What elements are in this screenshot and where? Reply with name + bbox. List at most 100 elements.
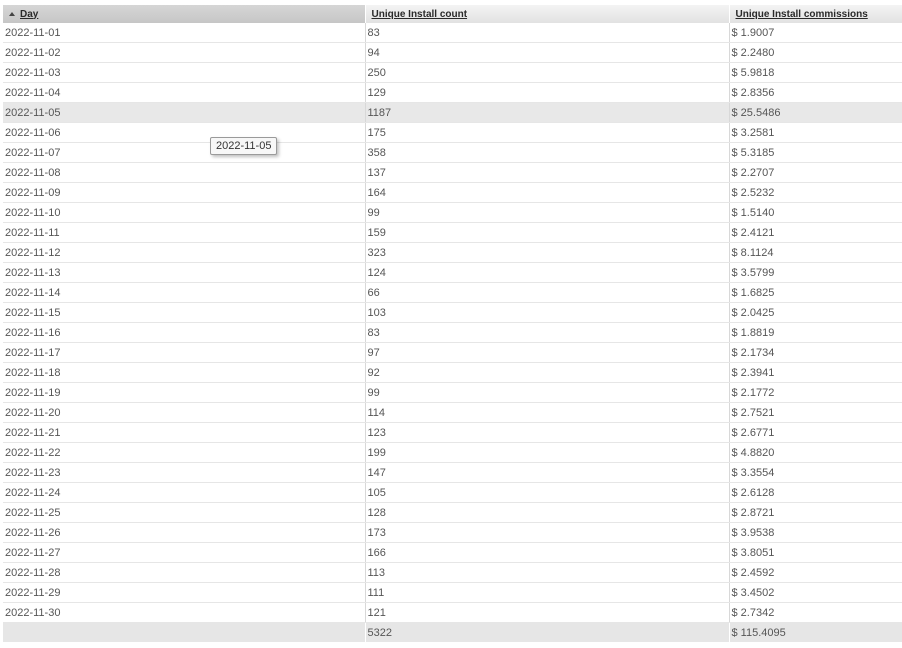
column-header-day-label: Day (20, 8, 39, 20)
install-count-cell: 137 (364, 162, 729, 183)
install-count-cell: 94 (364, 42, 729, 63)
table-row[interactable]: 2022-11-25 128 $ 2.8721 (3, 502, 902, 523)
day-cell: 2022-11-09 (3, 182, 365, 203)
day-cell: 2022-11-19 (3, 382, 365, 403)
install-count-cell: 99 (364, 202, 729, 223)
install-commissions-cell: $ 1.8819 (728, 322, 902, 343)
install-count-cell: 83 (364, 23, 729, 43)
day-cell: 2022-11-29 (3, 582, 365, 603)
day-cell: 2022-11-15 (3, 302, 365, 323)
table-row[interactable]: 2022-11-09 164 $ 2.5232 (3, 182, 902, 203)
install-commissions-cell: $ 5.3185 (728, 142, 902, 163)
table-row[interactable]: 2022-11-06 175 $ 3.2581 (3, 122, 902, 143)
table-row[interactable]: 2022-11-19 99 $ 2.1772 (3, 382, 902, 403)
table-row[interactable]: 2022-11-23 147 $ 3.3554 (3, 462, 902, 483)
day-cell: 2022-11-01 (3, 23, 365, 43)
install-count-cell: 92 (364, 362, 729, 383)
install-commissions-cell: $ 2.8356 (728, 82, 902, 103)
table-row[interactable]: 2022-11-02 94 $ 2.2480 (3, 42, 902, 63)
table-row[interactable]: 2022-11-26 173 $ 3.9538 (3, 522, 902, 543)
column-header-day[interactable]: Day (3, 5, 366, 23)
table-row[interactable]: 2022-11-30 121 $ 2.7342 (3, 602, 902, 623)
install-count-cell: 123 (364, 422, 729, 443)
install-count-cell: 111 (364, 582, 729, 603)
day-cell: 2022-11-20 (3, 402, 365, 423)
table-row[interactable]: 2022-11-04 129 $ 2.8356 (3, 82, 902, 103)
install-count-cell: 175 (364, 122, 729, 143)
install-commissions-cell: $ 2.7342 (728, 602, 902, 623)
table-row[interactable]: 2022-11-12 323 $ 8.1124 (3, 242, 902, 263)
total-install-commissions: $ 115.4095 (728, 622, 902, 642)
install-count-cell: 129 (364, 82, 729, 103)
install-count-cell: 159 (364, 222, 729, 243)
table-row[interactable]: 2022-11-20 114 $ 2.7521 (3, 402, 902, 423)
sort-ascending-icon (9, 11, 15, 16)
day-cell: 2022-11-28 (3, 562, 365, 583)
table-footer: 5322 $ 115.4095 (3, 622, 902, 642)
install-count-cell: 121 (364, 602, 729, 623)
day-cell: 2022-11-10 (3, 202, 365, 223)
day-cell: 2022-11-05 (3, 102, 365, 123)
day-cell: 2022-11-18 (3, 362, 365, 383)
table-row[interactable]: 2022-11-28 113 $ 2.4592 (3, 562, 902, 583)
table-row[interactable]: 2022-11-05 1187 $ 25.5486 (3, 102, 902, 123)
table-row[interactable]: 2022-11-14 66 $ 1.6825 (3, 282, 902, 303)
install-commissions-cell: $ 2.2480 (728, 42, 902, 63)
install-commissions-cell: $ 2.2707 (728, 162, 902, 183)
install-commissions-cell: $ 3.4502 (728, 582, 902, 603)
table-row[interactable]: 2022-11-01 83 $ 1.9007 (3, 23, 902, 43)
table-row[interactable]: 2022-11-13 124 $ 3.5799 (3, 262, 902, 283)
column-header-install-count[interactable]: Unique Install count (365, 5, 730, 23)
table-row[interactable]: 2022-11-03 250 $ 5.9818 (3, 62, 902, 83)
table-body: 2022-11-01 83 $ 1.9007 2022-11-02 94 $ 2.2480… (3, 23, 902, 623)
install-commissions-cell: $ 25.5486 (728, 102, 902, 123)
install-commissions-cell: $ 2.4592 (728, 562, 902, 583)
install-count-cell: 66 (364, 282, 729, 303)
table-row[interactable]: 2022-11-21 123 $ 2.6771 (3, 422, 902, 443)
install-count-cell: 323 (364, 242, 729, 263)
table-row[interactable]: 2022-11-10 99 $ 1.5140 (3, 202, 902, 223)
day-cell: 2022-11-14 (3, 282, 365, 303)
install-commissions-cell: $ 4.8820 (728, 442, 902, 463)
install-commissions-cell: $ 2.0425 (728, 302, 902, 323)
day-cell: 2022-11-16 (3, 322, 365, 343)
day-cell: 2022-11-11 (3, 222, 365, 243)
install-commissions-cell: $ 2.1734 (728, 342, 902, 363)
table-header: Day Unique Install count Unique Install … (3, 5, 902, 23)
table-row[interactable]: 2022-11-24 105 $ 2.6128 (3, 482, 902, 503)
install-count-cell: 147 (364, 462, 729, 483)
install-commissions-cell: $ 2.4121 (728, 222, 902, 243)
table-row[interactable]: 2022-11-15 103 $ 2.0425 (3, 302, 902, 323)
day-cell: 2022-11-04 (3, 82, 365, 103)
install-count-cell: 199 (364, 442, 729, 463)
table-row[interactable]: 2022-11-27 166 $ 3.8051 (3, 542, 902, 563)
table-row[interactable]: 2022-11-07 358 $ 5.3185 (3, 142, 902, 163)
day-cell: 2022-11-03 (3, 62, 365, 83)
table-row[interactable]: 2022-11-22 199 $ 4.8820 (3, 442, 902, 463)
install-commissions-cell: $ 2.7521 (728, 402, 902, 423)
install-count-cell: 113 (364, 562, 729, 583)
header-row: Day Unique Install count Unique Install … (3, 5, 902, 23)
install-count-cell: 173 (364, 522, 729, 543)
install-commissions-cell: $ 1.6825 (728, 282, 902, 303)
table-row[interactable]: 2022-11-11 159 $ 2.4121 (3, 222, 902, 243)
install-commissions-cell: $ 8.1124 (728, 242, 902, 263)
table-row[interactable]: 2022-11-16 83 $ 1.8819 (3, 322, 902, 343)
install-count-cell: 97 (364, 342, 729, 363)
table-row[interactable]: 2022-11-18 92 $ 2.3941 (3, 362, 902, 383)
day-cell: 2022-11-27 (3, 542, 365, 563)
totals-row: 5322 $ 115.4095 (3, 622, 902, 642)
install-commissions-cell: $ 3.5799 (728, 262, 902, 283)
date-tooltip: 2022-11-05 (210, 137, 278, 155)
total-install-count: 5322 (364, 622, 729, 642)
install-count-cell: 250 (364, 62, 729, 83)
install-commissions-cell: $ 2.1772 (728, 382, 902, 403)
day-cell: 2022-11-02 (3, 42, 365, 63)
total-day-cell (3, 622, 365, 642)
install-count-cell: 105 (364, 482, 729, 503)
table-row[interactable]: 2022-11-08 137 $ 2.2707 (3, 162, 902, 183)
column-header-install-commissions[interactable]: Unique Install commissions (729, 5, 902, 23)
day-cell: 2022-11-12 (3, 242, 365, 263)
table-row[interactable]: 2022-11-29 111 $ 3.4502 (3, 582, 902, 603)
table-row[interactable]: 2022-11-17 97 $ 2.1734 (3, 342, 902, 363)
